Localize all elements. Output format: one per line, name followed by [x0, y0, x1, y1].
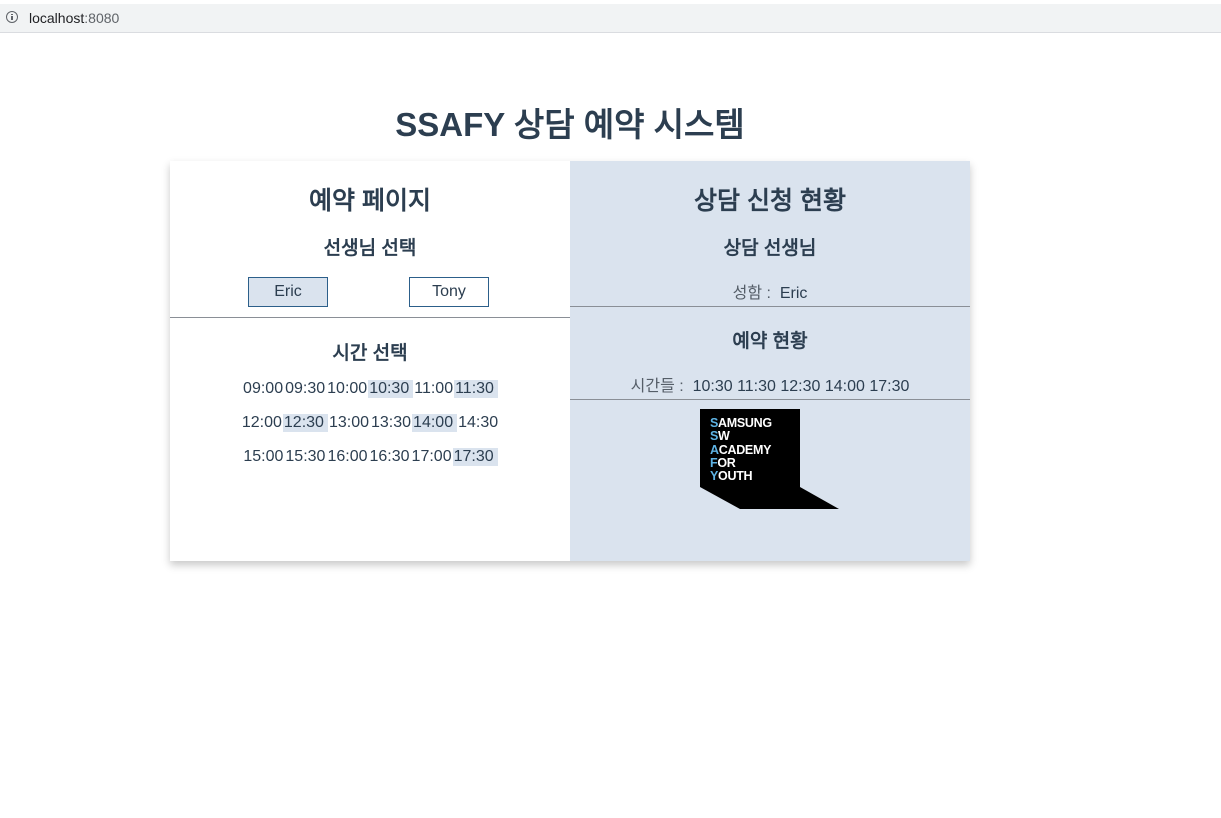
- time-slot-booked[interactable]: 12:30: [282, 414, 328, 432]
- logo-line: FOR: [710, 455, 772, 470]
- logo-line: YOUTH: [710, 470, 772, 483]
- logo-word: W: [718, 429, 730, 444]
- info-icon[interactable]: [6, 11, 18, 23]
- page-title: SSAFY 상담 예약 시스템: [395, 106, 745, 143]
- reservation-status-heading: 예약 현황: [732, 331, 808, 352]
- logo-initial: A: [710, 442, 719, 457]
- time-slot[interactable]: 16:30: [369, 448, 411, 466]
- time-slot[interactable]: 15:30: [284, 448, 326, 466]
- reservation-heading: 예약 페이지: [309, 187, 431, 215]
- teacher-button-tony[interactable]: Tony: [409, 277, 489, 307]
- url-host: localhost: [29, 10, 85, 26]
- name-value: Eric: [779, 285, 808, 302]
- logo-text: SAMSUNG SW ACADEMY FOR YOUTH: [710, 416, 772, 483]
- status-divider-2: [570, 399, 970, 400]
- reservation-card: 예약 페이지 선생님 선택 Eric Tony 시간 선택 09:00 09:30…: [170, 161, 970, 561]
- logo-initial: S: [710, 429, 719, 444]
- logo-word: CADEMY: [718, 442, 772, 457]
- time-select-heading: 시간 선택: [332, 343, 408, 364]
- time-row-3: 15:00 15:30 16:00 16:30 17:00 17:30: [170, 448, 570, 466]
- status-heading: 상담 신청 현황: [694, 187, 846, 215]
- logo-initial: Y: [710, 469, 719, 484]
- logo-line: SW: [710, 430, 772, 443]
- status-panel: 상담 신청 현황 상담 선생님 성함 : Eric 예약 현황 시간들 : 10…: [570, 161, 970, 561]
- time-slot[interactable]: 13:30: [370, 414, 412, 432]
- logo-word: OUTH: [718, 469, 753, 484]
- time-slot[interactable]: 14:30: [457, 414, 499, 432]
- time-row-2: 12:00 12:30 13:00 13:30 14:00 14:30: [170, 414, 570, 432]
- booked-times-line: 시간들 : 10:30 11:30 12:30 14:00 17:30: [570, 372, 970, 396]
- time-slot[interactable]: 11:00: [413, 380, 454, 398]
- teacher-select-heading: 선생님 선택: [323, 238, 417, 259]
- consult-teacher-heading: 상담 선생님: [723, 238, 817, 259]
- time-slot[interactable]: 09:30: [284, 380, 326, 398]
- logo-word: OR: [717, 455, 736, 470]
- address-bar[interactable]: localhost:8080: [0, 4, 1221, 33]
- times-label: 시간들 :: [630, 378, 684, 395]
- time-slot-booked[interactable]: 11:30: [454, 380, 498, 398]
- teacher-name-line: 성함 : Eric: [570, 279, 970, 303]
- time-slot[interactable]: 16:00: [326, 448, 368, 466]
- time-slot[interactable]: 13:00: [328, 414, 370, 432]
- time-row-1: 09:00 09:30 10:00 10:30 11:00 11:30: [170, 380, 570, 398]
- time-slot-booked[interactable]: 14:00: [412, 414, 458, 432]
- time-slot[interactable]: 09:00: [242, 380, 284, 398]
- status-divider-1: [570, 306, 970, 307]
- time-slot[interactable]: 15:00: [242, 448, 284, 466]
- time-slot[interactable]: 12:00: [241, 414, 283, 432]
- time-slot[interactable]: 17:00: [411, 448, 453, 466]
- section-divider: [170, 317, 570, 318]
- times-value: 10:30 11:30 12:30 14:00 17:30: [692, 378, 910, 395]
- time-slot-booked[interactable]: 17:30: [452, 448, 498, 466]
- logo-line: SAMSUNG: [710, 416, 772, 430]
- reservation-panel: 예약 페이지 선생님 선택 Eric Tony 시간 선택 09:00 09:30…: [170, 161, 570, 561]
- time-slot-booked[interactable]: 10:30: [368, 380, 414, 398]
- teacher-button-eric[interactable]: Eric: [248, 277, 328, 307]
- name-label: 성함 :: [732, 285, 771, 302]
- url-port: :8080: [84, 10, 120, 26]
- url-text[interactable]: localhost:8080: [29, 10, 119, 26]
- ssafy-logo: SAMSUNG SW ACADEMY FOR YOUTH: [700, 409, 840, 509]
- logo-word: AMSUNG: [718, 416, 772, 430]
- logo-initial: S: [710, 416, 719, 430]
- logo-line: ACADEMY: [710, 442, 772, 457]
- time-slot[interactable]: 10:00: [326, 380, 368, 398]
